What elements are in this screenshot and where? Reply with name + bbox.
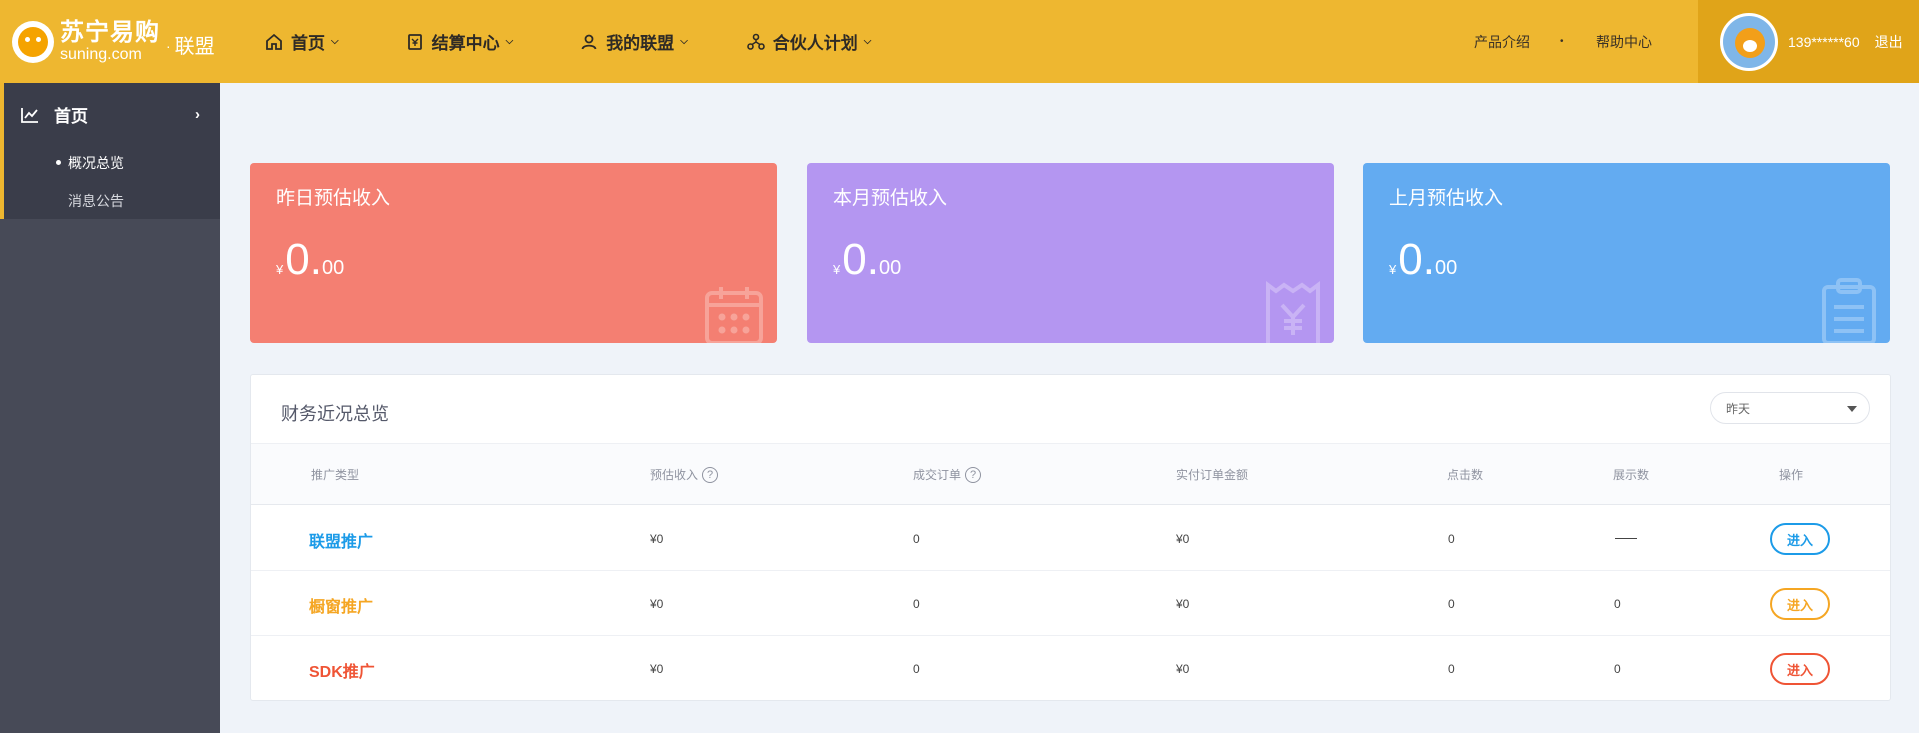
user-icon bbox=[581, 34, 597, 49]
period-select[interactable]: 昨天 bbox=[1710, 392, 1870, 424]
chevron-right-icon: › bbox=[195, 106, 200, 123]
sidebar-section-home[interactable]: 首页 › bbox=[20, 102, 200, 127]
views-cell: 0 bbox=[1614, 662, 1621, 676]
nav-partner-plan[interactable]: 合伙人计划 ⌵ bbox=[746, 29, 872, 54]
sidebar-item-overview[interactable]: 概况总览 bbox=[56, 153, 124, 173]
clicks-cell: 0 bbox=[1448, 662, 1455, 676]
clicks-cell: 0 bbox=[1448, 597, 1455, 611]
promo-type-link[interactable]: SDK推广 bbox=[309, 658, 375, 682]
finance-overview-panel: 财务近况总览 昨天 推广类型 预估收入? 成交订单? 实付订单金额 点击数 展示… bbox=[250, 374, 1891, 701]
logo-en-text: suning.com bbox=[60, 45, 142, 63]
calendar-icon bbox=[705, 287, 763, 343]
orders-cell: 0 bbox=[913, 597, 920, 611]
nav-home-label: 首页 bbox=[291, 34, 325, 53]
views-empty-dash bbox=[1615, 538, 1637, 539]
user-box: 139******60 退出 bbox=[1698, 0, 1919, 83]
period-select-value: 昨天 bbox=[1726, 401, 1751, 416]
chevron-down-icon: ⌵ bbox=[505, 36, 514, 47]
income-cell: ¥0 bbox=[650, 597, 664, 611]
column-header: 成交订单? bbox=[913, 466, 982, 483]
nav-settlement[interactable]: 结算中心 ⌵ bbox=[406, 29, 514, 54]
nav-my-alliance-label: 我的联盟 bbox=[606, 34, 675, 53]
panel-title: 财务近况总览 bbox=[281, 404, 389, 424]
card-title: 上月预估收入 bbox=[1389, 188, 1504, 209]
clipboard-icon bbox=[1822, 278, 1876, 343]
avatar[interactable] bbox=[1720, 12, 1778, 71]
card-amount: ¥ 0 . 00 bbox=[833, 235, 902, 284]
line-chart-icon bbox=[21, 107, 38, 123]
card-yesterday-income: 昨日预估收入 ¥ 0 . 00 bbox=[250, 163, 777, 343]
nav-my-alliance[interactable]: 我的联盟 ⌵ bbox=[580, 29, 688, 54]
enter-button[interactable]: 进入 bbox=[1770, 588, 1830, 620]
enter-button[interactable]: 进入 bbox=[1770, 523, 1830, 555]
clicks-cell: 0 bbox=[1448, 532, 1455, 546]
column-header: 操作 bbox=[1779, 468, 1804, 482]
card-amount: ¥ 0 . 00 bbox=[1389, 235, 1458, 284]
column-header: 点击数 bbox=[1447, 468, 1484, 482]
enter-button[interactable]: 进入 bbox=[1770, 653, 1830, 685]
card-month-income: 本月预估收入 ¥ 0 . 00 bbox=[807, 163, 1334, 343]
column-header: 预估收入? bbox=[650, 466, 719, 483]
table-row: SDK推广 ¥0 0 ¥0 0 0 进入 bbox=[251, 636, 1890, 701]
table-header: 推广类型 预估收入? 成交订单? 实付订单金额 点击数 展示数 操作 bbox=[251, 443, 1890, 505]
nav-partner-plan-label: 合伙人计划 bbox=[772, 34, 858, 53]
amount-cell: ¥0 bbox=[1176, 532, 1190, 546]
help-icon[interactable]: ? bbox=[965, 466, 982, 483]
card-title: 本月预估收入 bbox=[833, 188, 948, 209]
partner-icon bbox=[746, 33, 765, 50]
logout-link[interactable]: 退出 bbox=[1875, 32, 1903, 52]
home-icon bbox=[266, 33, 282, 50]
nav-settlement-label: 结算中心 bbox=[431, 34, 500, 53]
chevron-down-icon: ⌵ bbox=[863, 36, 872, 47]
logo-product-name: 联盟 bbox=[174, 36, 215, 58]
chevron-down-icon: ⌵ bbox=[331, 36, 339, 47]
income-cell: ¥0 bbox=[650, 532, 664, 546]
table-row: 联盟推广 ¥0 0 ¥0 0 进入 bbox=[251, 506, 1890, 571]
receipt-icon bbox=[1266, 281, 1320, 343]
promo-type-link[interactable]: 联盟推广 bbox=[309, 528, 373, 552]
main-nav: 首页 ⌵ 结算中心 ⌵ 我的联盟 ⌵ 合伙人计划 ⌵ bbox=[265, 0, 871, 83]
sidebar-item-announcements[interactable]: 消息公告 bbox=[68, 191, 124, 211]
table-row: 橱窗推广 ¥0 0 ¥0 0 0 进入 bbox=[251, 571, 1890, 636]
top-link-intro[interactable]: 产品介绍 bbox=[1474, 0, 1530, 83]
settlement-icon bbox=[407, 33, 422, 50]
amount-cell: ¥0 bbox=[1176, 597, 1190, 611]
help-icon[interactable]: ? bbox=[702, 466, 719, 483]
column-header: 推广类型 bbox=[311, 468, 360, 482]
column-header: 展示数 bbox=[1613, 468, 1650, 482]
amount-cell: ¥0 bbox=[1176, 662, 1190, 676]
card-last-month-income: 上月预估收入 ¥ 0 . 00 bbox=[1363, 163, 1890, 343]
logo-separator: · bbox=[166, 37, 171, 54]
column-header: 实付订单金额 bbox=[1176, 468, 1249, 482]
sidebar-section-label: 首页 bbox=[54, 107, 88, 126]
orders-cell: 0 bbox=[913, 532, 920, 546]
income-cell: ¥0 bbox=[650, 662, 664, 676]
promo-type-link[interactable]: 橱窗推广 bbox=[309, 593, 373, 617]
card-amount: ¥ 0 . 00 bbox=[276, 235, 345, 284]
logo-cn-text: 苏宁易购 bbox=[60, 18, 160, 46]
nav-home[interactable]: 首页 ⌵ bbox=[265, 29, 339, 54]
sidebar: 首页 › 概况总览 消息公告 bbox=[0, 83, 220, 733]
top-link-separator: • bbox=[1560, 36, 1564, 47]
orders-cell: 0 bbox=[913, 662, 920, 676]
user-name[interactable]: 139******60 bbox=[1788, 34, 1860, 50]
views-cell: 0 bbox=[1614, 597, 1621, 611]
caret-down-icon bbox=[1847, 406, 1857, 412]
card-title: 昨日预估收入 bbox=[276, 188, 391, 209]
chevron-down-icon: ⌵ bbox=[680, 36, 688, 47]
suning-lion-logo-icon bbox=[12, 20, 54, 63]
top-link-help[interactable]: 帮助中心 bbox=[1596, 0, 1652, 83]
brand-logo[interactable]: 苏宁易购 suning.com · 联盟 bbox=[0, 0, 220, 83]
